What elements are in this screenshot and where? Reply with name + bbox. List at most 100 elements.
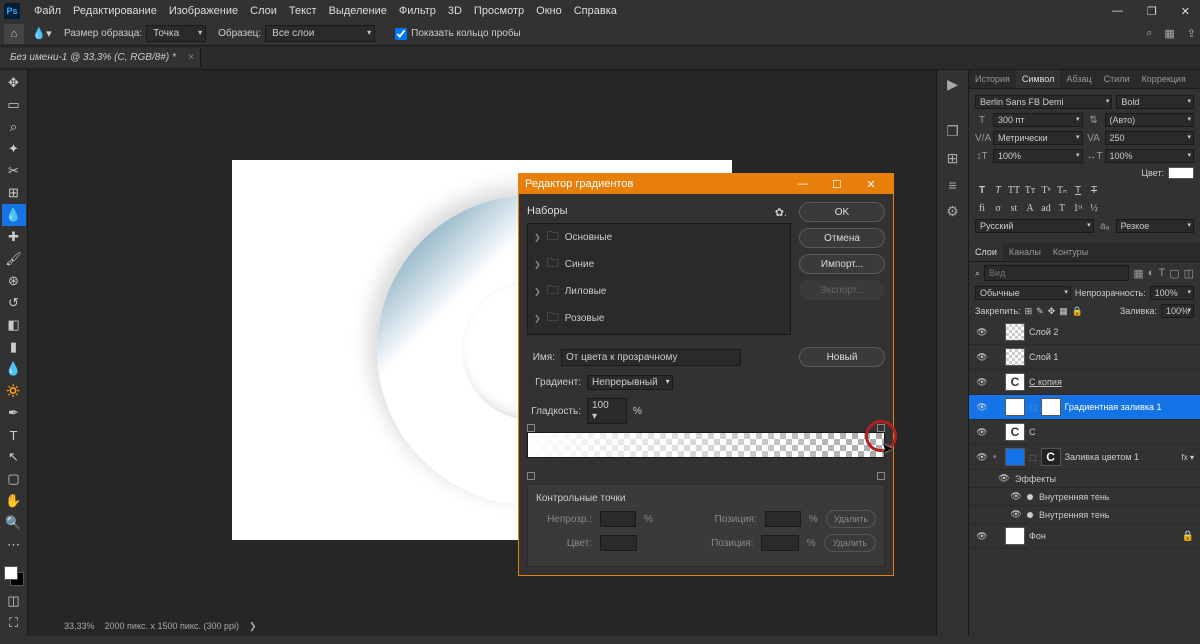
delete-color-stop-button[interactable]: Удалить [824,534,876,552]
layer-item[interactable]: 👁▾ ⬚ Заливка цветом 1 fx ▾ [969,445,1200,470]
dialog-titlebar[interactable]: Редактор градиентов — ☐ ✕ [519,174,893,194]
minimize-icon[interactable]: — [1106,5,1129,18]
visibility-icon[interactable]: 👁 [997,473,1011,484]
lock-all-icon[interactable]: 🔒 [1072,306,1083,317]
menu-filter[interactable]: Фильтр [393,5,442,17]
stop-position-input-2[interactable] [761,535,798,551]
close-icon[interactable]: ✕ [1175,5,1196,18]
edit-toolbar[interactable]: ⋯ [2,534,26,556]
layer-name[interactable]: Градиентная заливка 1 [1065,402,1162,412]
menu-file[interactable]: Файл [28,5,67,17]
dialog-minimize-icon[interactable]: — [787,176,819,192]
layer-name[interactable]: C [1029,427,1036,437]
font-family-select[interactable]: Berlin Sans FB Demi [975,95,1112,109]
tab-history[interactable]: История [969,70,1016,88]
visibility-icon[interactable]: 👁 [975,427,989,438]
hscale[interactable]: 100% [1105,149,1195,163]
opacity-stop-left[interactable] [527,424,535,432]
link-icon[interactable]: ⬚ [1029,453,1037,462]
import-button[interactable]: Импорт... [799,254,885,274]
layer-mask-thumb[interactable] [1041,398,1061,416]
path-tool[interactable]: ↖ [2,446,26,468]
subscript-btn[interactable]: Tₙ [1055,183,1069,197]
home-icon[interactable]: ⌂ [4,24,24,44]
visibility-icon[interactable]: 👁 [975,352,989,363]
layer-item[interactable]: 👁 ⬚ Градиентная заливка 1 [969,395,1200,420]
layer-name[interactable]: Слой 2 [1029,327,1058,337]
rect-tool[interactable]: ▢ [2,468,26,490]
tab-channels[interactable]: Каналы [1003,243,1047,261]
font-size[interactable]: 300 пт [993,113,1083,127]
layer-effect-item[interactable]: 👁 Внутренняя тень [969,506,1200,524]
screenmode-tool[interactable]: ⛶ [2,612,26,634]
stop-opacity-input[interactable] [600,511,636,527]
visibility-icon[interactable]: 👁 [1009,491,1023,502]
layer-name[interactable]: С копия [1029,377,1062,387]
delete-opacity-stop-button[interactable]: Удалить [826,510,876,528]
half-btn[interactable]: ½ [1087,201,1101,215]
type-tool[interactable]: T [2,424,26,446]
pen-tool[interactable]: ✒ [2,402,26,424]
quickmask-tool[interactable]: ◫ [2,590,26,612]
layer-item[interactable]: 👁 Слой 1 [969,345,1200,370]
preset-folder[interactable]: ❯🗀Синие [528,251,790,278]
document-tab[interactable]: Без имени-1 @ 33,3% (C, RGB/8#) * [0,48,201,67]
menu-image[interactable]: Изображение [163,5,244,17]
brush-tool[interactable]: 🖌 [2,248,26,270]
gradient-tool[interactable]: ▮ [2,336,26,358]
layer-name[interactable]: Заливка цветом 1 [1065,452,1139,462]
layer-name[interactable]: Фон [1029,531,1046,541]
dialog-maximize-icon[interactable]: ☐ [821,176,853,192]
gradient-bar[interactable]: ➤ [527,432,885,472]
ok-button[interactable]: OK [799,202,885,222]
visibility-icon[interactable]: 👁 [975,327,989,338]
superscript-btn[interactable]: Tⁿ [1039,183,1053,197]
play-icon[interactable]: ▶ [947,76,958,93]
layer-effects[interactable]: 👁 Эффекты [969,470,1200,488]
ad-btn[interactable]: ad [1039,201,1053,215]
text-color-swatch[interactable] [1168,167,1194,179]
layer-filter-input[interactable] [984,265,1129,281]
menu-edit[interactable]: Редактирование [67,5,163,17]
layer-item[interactable]: 👁 Фон 🔒 [969,524,1200,549]
smallcaps-btn[interactable]: Tᴛ [1023,183,1037,197]
app-icon[interactable]: Ps [4,3,20,19]
gradient-name-input[interactable] [561,349,741,366]
stop-color-swatch[interactable] [600,535,637,551]
maximize-icon[interactable]: ❐ [1141,5,1163,18]
eyedropper-icon[interactable]: 💧▾ [28,24,56,44]
frame-tool[interactable]: ⊞ [2,182,26,204]
tab-layers[interactable]: Слои [969,243,1003,261]
menu-window[interactable]: Окно [530,5,568,17]
preset-folder[interactable]: ❯🗀Розовые [528,305,790,332]
layer-thumb[interactable] [1005,323,1025,341]
history-brush-tool[interactable]: ↺ [2,292,26,314]
export-button[interactable]: Экспорт... [799,280,885,300]
filter-smart-icon[interactable]: ◫ [1184,267,1194,280]
layer-item[interactable]: 👁 Слой 2 [969,320,1200,345]
show-ring-checkbox[interactable] [395,28,407,40]
blur-tool[interactable]: 💧 [2,358,26,380]
new-button[interactable]: Новый [799,347,885,367]
stop-position-input[interactable] [765,511,801,527]
italic-btn[interactable]: T [991,183,1005,197]
lock-image-icon[interactable]: ✎ [1036,306,1044,317]
panel-icon-3[interactable]: ≡ [948,177,956,193]
layer-opacity[interactable]: 100% [1150,286,1194,300]
gradient-type-select[interactable]: Непрерывный [587,375,673,390]
bold-btn[interactable]: T [975,183,989,197]
aa-btn[interactable]: A [1023,201,1037,215]
tab-paragraph[interactable]: Абзац [1060,70,1097,88]
filter-type-icon[interactable]: T [1158,267,1165,279]
preset-folder[interactable]: ❯🗀Лиловые [528,278,790,305]
tab-character[interactable]: Символ [1016,70,1060,88]
ot-btn[interactable]: σ [991,201,1005,215]
t1-btn[interactable]: T [1055,201,1069,215]
crop-tool[interactable]: ✂ [2,160,26,182]
panel-icon-1[interactable]: ❐ [946,123,959,140]
underline-btn[interactable]: T [1071,183,1085,197]
preset-folder[interactable]: ❯🗀Красные [528,332,790,335]
layer-fill[interactable]: 100% [1161,304,1194,318]
menu-text[interactable]: Текст [283,5,323,17]
allcaps-btn[interactable]: TT [1007,183,1021,197]
